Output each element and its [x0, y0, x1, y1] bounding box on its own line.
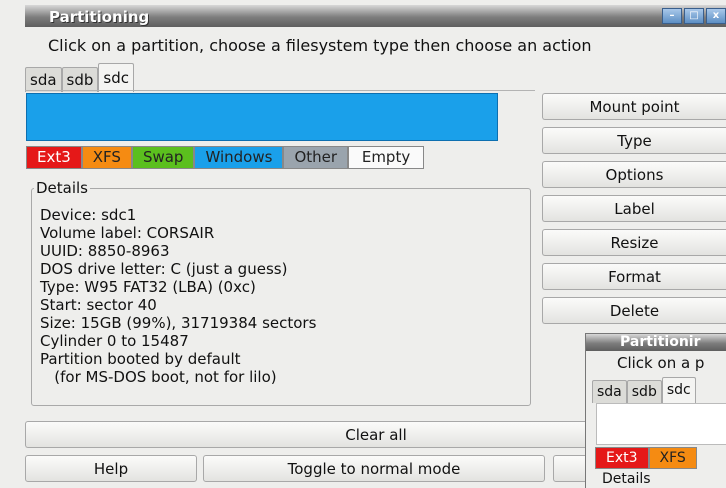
overlay-legend-ext3[interactable]: Ext3 — [595, 447, 649, 469]
window-controls: – □ x — [662, 8, 726, 24]
detail-volume-label: Volume label: CORSAIR — [40, 224, 215, 242]
legend-windows[interactable]: Windows — [194, 146, 284, 169]
tab-sda[interactable]: sda — [25, 67, 62, 92]
detail-dos-letter: DOS drive letter: C (just a guess) — [40, 260, 288, 278]
legend-other[interactable]: Other — [283, 146, 349, 169]
delete-button[interactable]: Delete — [542, 297, 726, 324]
overlay-tab-sdc[interactable]: sdc — [661, 377, 696, 403]
disk-tabs: sda sdb sdc — [25, 63, 134, 92]
detail-boot: Partition booted by default — [40, 350, 241, 368]
partition-sdc1[interactable] — [26, 93, 498, 141]
close-icon[interactable]: x — [706, 8, 726, 24]
overlay-tabs: sda sdb sdc — [592, 377, 696, 403]
tab-sdc[interactable]: sdc — [98, 63, 134, 92]
detail-type: Type: W95 FAT32 (LBA) (0xc) — [40, 278, 256, 296]
detail-cylinder: Cylinder 0 to 15487 — [40, 332, 189, 350]
overlay-instruction: Click on a p — [617, 354, 705, 372]
title-bar[interactable]: Partitioning – □ x — [25, 5, 726, 27]
toggle-mode-button[interactable]: Toggle to normal mode — [203, 455, 545, 482]
legend-swap[interactable]: Swap — [131, 146, 195, 169]
detail-uuid: UUID: 8850-8963 — [40, 242, 170, 260]
detail-boot-note: (for MS-DOS boot, not for lilo) — [40, 368, 277, 386]
detail-size: Size: 15GB (99%), 31719384 sectors — [40, 314, 317, 332]
window-title: Partitioning — [49, 8, 150, 26]
overlay-title-bar[interactable]: Partitionir — [586, 334, 726, 351]
mount-point-button[interactable]: Mount point — [542, 93, 726, 120]
filesystem-legend: Ext3 XFS Swap Windows Other Empty — [26, 146, 425, 169]
details-title: Details — [34, 179, 91, 197]
overlay-details-title: Details — [600, 471, 653, 487]
overlay-partitioning-window[interactable]: Partitionir Click on a p sda sdb sdc Ext… — [585, 333, 726, 488]
overlay-disk-bar[interactable] — [596, 403, 726, 445]
label-button[interactable]: Label — [542, 195, 726, 222]
overlay-legend-xfs[interactable]: XFS — [648, 447, 697, 469]
minimize-icon[interactable]: – — [662, 8, 682, 24]
instruction-text: Click on a partition, choose a filesyste… — [48, 36, 592, 55]
tab-sdb[interactable]: sdb — [61, 67, 99, 92]
legend-empty[interactable]: Empty — [348, 146, 425, 169]
overlay-window-title: Partitionir — [620, 334, 701, 350]
resize-button[interactable]: Resize — [542, 229, 726, 256]
options-button[interactable]: Options — [542, 161, 726, 188]
help-button[interactable]: Help — [25, 455, 197, 482]
overlay-tab-sdb[interactable]: sdb — [626, 380, 662, 403]
format-button[interactable]: Format — [542, 263, 726, 290]
detail-start: Start: sector 40 — [40, 296, 157, 314]
legend-xfs[interactable]: XFS — [81, 146, 132, 169]
overlay-legend: Ext3 XFS — [595, 447, 697, 469]
overlay-tab-sda[interactable]: sda — [592, 380, 627, 403]
details-text: Device: sdc1 Volume label: CORSAIR UUID:… — [40, 206, 316, 386]
maximize-icon[interactable]: □ — [684, 8, 704, 24]
detail-device: Device: sdc1 — [40, 206, 137, 224]
type-button[interactable]: Type — [542, 127, 726, 154]
legend-ext3[interactable]: Ext3 — [26, 146, 82, 169]
